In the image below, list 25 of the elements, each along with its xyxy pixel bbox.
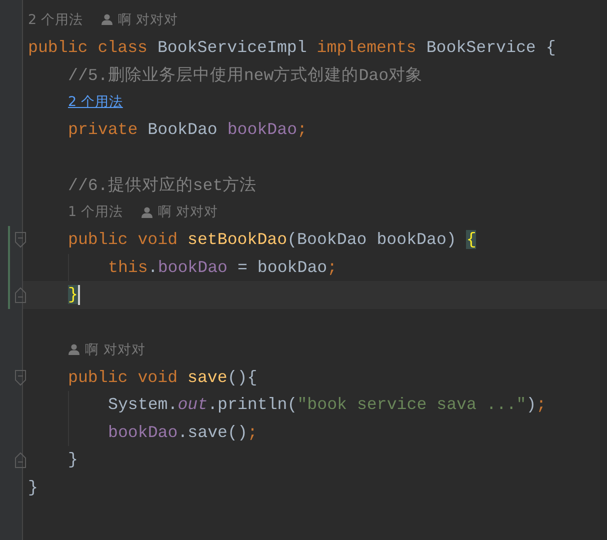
fold-icon[interactable] [15,232,26,248]
author-name: 啊 对对对 [118,10,178,29]
code-line: public class BookServiceImpl implements BookService { [28,38,556,57]
user-icon [140,206,153,218]
code-line: public void save(){ [68,368,258,387]
user-icon [100,14,113,26]
code-line: this.bookDao = bookDao; [108,258,338,277]
code-line: System.out.println("book service sava ..."); [108,395,546,414]
usages-link[interactable]: 1 个用法 [68,203,123,222]
code-line: public void setBookDao(BookDao bookDao) { [68,230,476,250]
author-name: 啊 对对对 [85,340,146,359]
usages-link[interactable]: 2 个用法 [68,93,123,112]
fold-icon[interactable] [15,370,26,386]
user-icon [68,344,80,356]
code-line: //6.提供对应的set方法 [68,174,257,196]
author-name: 啊 对对对 [158,203,218,222]
code-line: //5.删除业务层中使用new方式创建的Dao对象 [68,64,423,86]
code-line: } [28,478,38,497]
fold-icon[interactable] [15,287,26,303]
fold-icon[interactable] [15,452,26,468]
usages-link[interactable]: 2 个用法 [28,10,83,29]
code-line: bookDao.save(); [108,422,258,442]
code-line: private BookDao bookDao; [68,120,308,140]
code-line: } [68,450,78,470]
text-caret [78,284,80,305]
